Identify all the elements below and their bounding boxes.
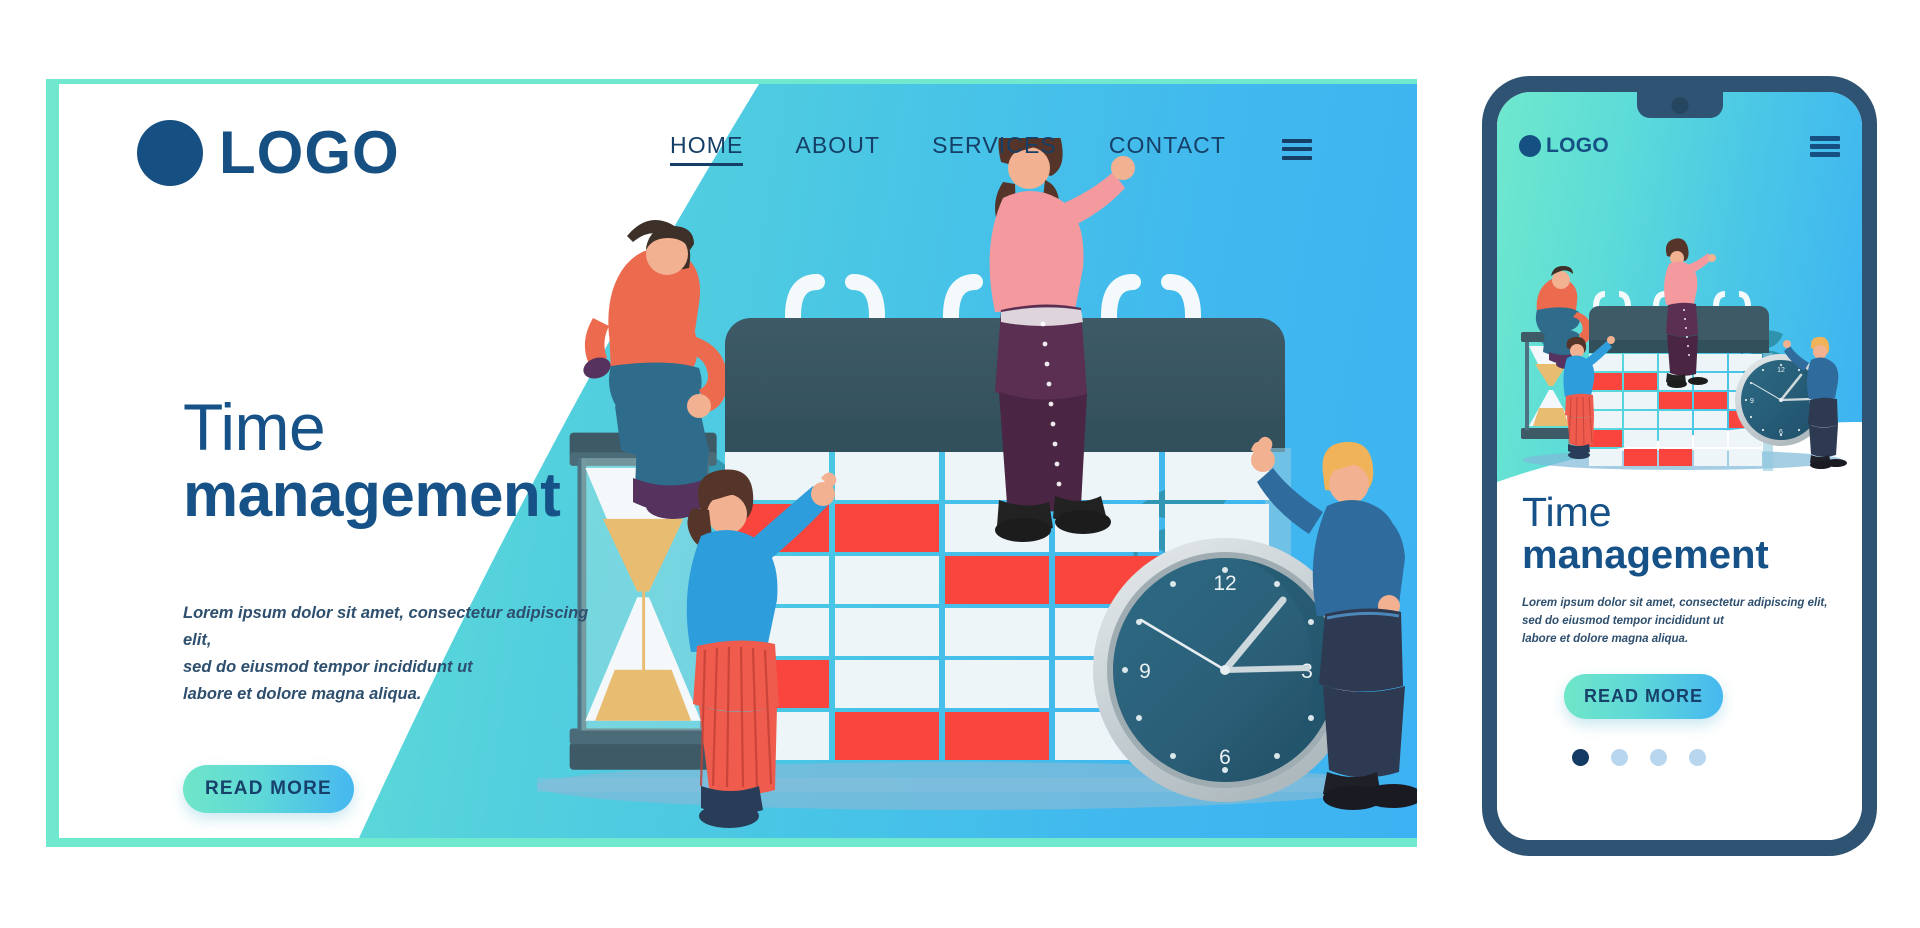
mobile-read-more-button[interactable]: READ MORE bbox=[1564, 674, 1724, 720]
mobile-carousel-dots bbox=[1572, 749, 1844, 767]
svg-text:3: 3 bbox=[1301, 660, 1313, 683]
mobile-title-line2: management bbox=[1522, 532, 1769, 577]
mobile-title-line1: Time bbox=[1522, 489, 1612, 535]
mobile-logo-text: LOGO bbox=[1546, 134, 1610, 157]
nav-menu: HOME ABOUT SERVICES CONTACT bbox=[670, 132, 1312, 166]
mobile-navbar: LOGO bbox=[1519, 134, 1840, 158]
svg-text:9: 9 bbox=[1750, 398, 1754, 405]
mobile-carousel-dot-2[interactable] bbox=[1611, 749, 1628, 767]
hero-description-line1: Lorem ipsum dolor sit amet, consectetur … bbox=[183, 604, 589, 650]
page-title-line1: Time bbox=[183, 390, 326, 464]
hero-content: Time management Lorem ipsum dolor sit am… bbox=[183, 390, 603, 838]
page-canvas: 12 3 6 9 LOGO HOME ABOUT SERVICES CONTAC… bbox=[0, 0, 1920, 928]
mobile-carousel-dot-1[interactable] bbox=[1572, 749, 1589, 767]
desktop-mockup-frame: 12 3 6 9 LOGO HOME ABOUT SERVICES CONTAC… bbox=[46, 79, 1417, 847]
logo[interactable]: LOGO bbox=[137, 120, 400, 186]
mobile-illustration: 12 3 6 9 bbox=[1497, 232, 1862, 482]
circle-dot-icon bbox=[1519, 135, 1541, 157]
phone-notch bbox=[1636, 92, 1723, 118]
mobile-description-line3: labore et dolore magna aliqua. bbox=[1522, 633, 1689, 646]
mobile-hamburger-icon[interactable] bbox=[1810, 135, 1840, 157]
mobile-description: Lorem ipsum dolor sit amet, consectetur … bbox=[1522, 594, 1844, 648]
hamburger-icon[interactable] bbox=[1282, 138, 1312, 160]
read-more-button[interactable]: READ MORE bbox=[183, 765, 354, 814]
hero-description-line3: labore et dolore magna aliqua. bbox=[183, 684, 422, 703]
mobile-carousel-dot-3[interactable] bbox=[1650, 749, 1667, 767]
logo-text: LOGO bbox=[219, 119, 400, 186]
mobile-screen: 12 3 6 9 bbox=[1497, 92, 1862, 840]
mobile-carousel-dot-4[interactable] bbox=[1689, 749, 1706, 767]
mobile-logo[interactable]: LOGO bbox=[1519, 134, 1609, 158]
camera-icon bbox=[1671, 97, 1688, 114]
nav-item-home[interactable]: HOME bbox=[670, 132, 744, 166]
desktop-screen: 12 3 6 9 LOGO HOME ABOUT SERVICES CONTAC… bbox=[59, 84, 1417, 838]
svg-text:12: 12 bbox=[1213, 572, 1236, 595]
hero-description-line2: sed do eiusmod tempor incididunt ut bbox=[183, 657, 473, 676]
nav-item-about[interactable]: ABOUT bbox=[795, 132, 880, 166]
svg-text:6: 6 bbox=[1219, 746, 1231, 769]
mobile-hero-content: Time management Lorem ipsum dolor sit am… bbox=[1522, 489, 1844, 767]
desktop-navbar: LOGO HOME ABOUT SERVICES CONTACT bbox=[59, 84, 1417, 204]
page-title-line2: management bbox=[183, 461, 561, 531]
svg-text:9: 9 bbox=[1139, 660, 1151, 683]
mobile-mockup-frame: 12 3 6 9 bbox=[1482, 76, 1877, 856]
time-management-illustration: 12 3 6 9 bbox=[497, 112, 1417, 838]
mobile-description-line1: Lorem ipsum dolor sit amet, consectetur … bbox=[1522, 596, 1828, 609]
mobile-description-line2: sed do eiusmod tempor incididunt ut bbox=[1522, 614, 1724, 627]
circle-dot-icon bbox=[137, 120, 203, 186]
svg-text:12: 12 bbox=[1777, 367, 1785, 374]
nav-item-contact[interactable]: CONTACT bbox=[1109, 132, 1226, 166]
nav-item-services[interactable]: SERVICES bbox=[932, 132, 1057, 166]
hero-description: Lorem ipsum dolor sit amet, consectetur … bbox=[183, 600, 603, 707]
